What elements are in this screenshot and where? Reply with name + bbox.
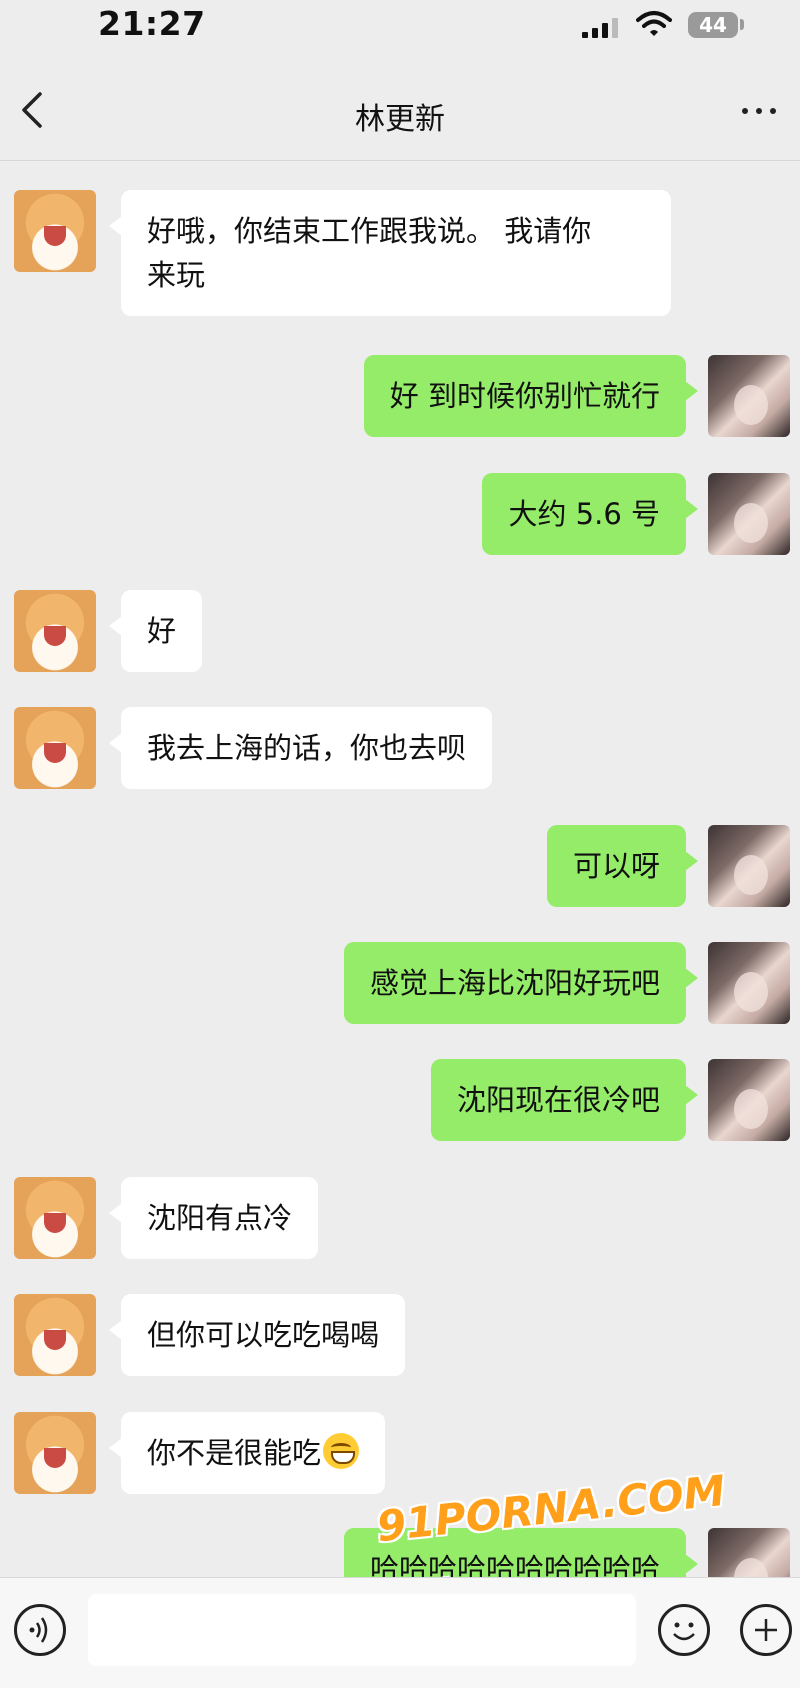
avatar[interactable] <box>708 825 790 907</box>
avatar[interactable] <box>708 1059 790 1141</box>
status-bar: 21:27 44 <box>0 0 800 60</box>
message-bubble[interactable]: 好哦，你结束工作跟我说。 我请你 来玩 <box>109 190 671 316</box>
chat-title: 林更新 <box>355 102 445 137</box>
plus-icon[interactable] <box>740 1604 792 1656</box>
avatar[interactable] <box>708 942 790 1024</box>
signal-icon <box>582 18 620 38</box>
chat-area[interactable]: 好哦，你结束工作跟我说。 我请你 来玩 好 到时候你别忙就行 大约 5.6 号 … <box>0 161 800 1577</box>
battery-icon: 44 <box>688 12 738 38</box>
message-bubble[interactable]: 大约 5.6 号 <box>482 473 698 555</box>
avatar[interactable] <box>708 473 790 555</box>
message-bubble[interactable]: 好 到时候你别忙就行 <box>363 355 699 437</box>
avatar[interactable] <box>708 355 790 437</box>
message-bubble[interactable]: 你不是很能吃 <box>108 1412 386 1494</box>
avatar[interactable] <box>14 1412 96 1494</box>
avatar[interactable] <box>14 1294 96 1376</box>
message-bubble[interactable]: 我去上海的话，你也去呗 <box>108 707 493 789</box>
battery-level: 44 <box>699 13 727 37</box>
message-bubble[interactable]: 好 <box>108 590 203 672</box>
input-bar <box>0 1577 800 1688</box>
battery-tip <box>740 19 744 30</box>
nav-bar: 林更新 <box>0 60 800 161</box>
voice-icon[interactable] <box>14 1604 66 1656</box>
avatar[interactable] <box>14 1177 96 1259</box>
more-dots-icon[interactable] <box>740 100 780 120</box>
avatar[interactable] <box>14 707 96 789</box>
message-bubble[interactable]: 但你可以吃吃喝喝 <box>108 1294 406 1376</box>
emoji-icon[interactable] <box>658 1604 710 1656</box>
message-bubble[interactable]: 可以呀 <box>546 825 699 907</box>
status-time: 21:27 <box>98 4 206 43</box>
message-bubble[interactable]: 沈阳现在很冷吧 <box>430 1059 699 1141</box>
avatar[interactable] <box>14 190 96 272</box>
message-input[interactable] <box>88 1594 636 1666</box>
wifi-icon <box>636 11 672 36</box>
grinning-emoji-icon <box>323 1433 360 1469</box>
message-text: 你不是很能吃 <box>147 1436 322 1470</box>
message-bubble[interactable]: 感觉上海比沈阳好玩吧 <box>343 942 699 1024</box>
avatar[interactable] <box>14 590 96 672</box>
message-bubble[interactable]: 沈阳有点冷 <box>108 1177 319 1259</box>
